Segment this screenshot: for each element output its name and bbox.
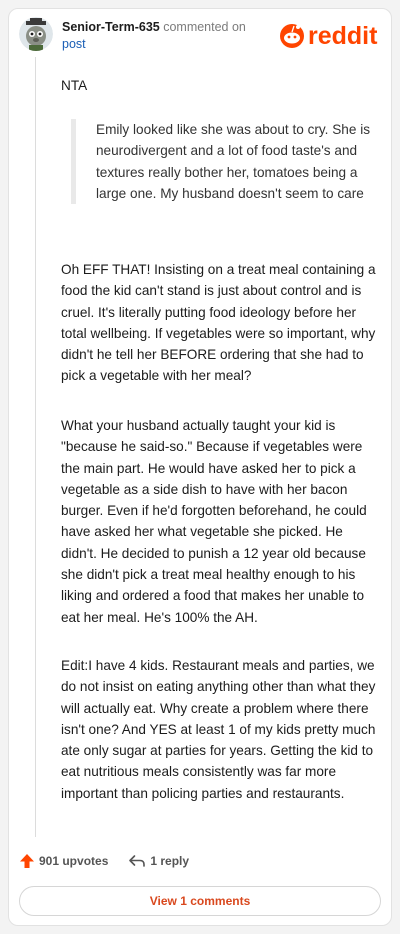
comment-card: Senior-Term-635 commented on post reddit… — [8, 8, 392, 926]
action-text: commented on — [163, 20, 246, 34]
quoted-text: Emily looked like she was about to cry. … — [71, 119, 373, 205]
upvote-count: 901 upvotes — [39, 854, 109, 868]
verdict-text: NTA — [61, 78, 88, 93]
reply-arrow-icon — [129, 855, 146, 867]
reply-button[interactable]: 1 reply — [128, 854, 189, 868]
view-comments-button[interactable]: View 1 comments — [19, 886, 381, 916]
author-name[interactable]: Senior-Term-635 — [62, 20, 160, 34]
avatar-image — [19, 17, 53, 51]
comment-paragraph-1: Oh EFF THAT! Insisting on a treat meal c… — [61, 262, 376, 384]
comment-paragraph-3: Edit:I have 4 kids. Restaurant meals and… — [61, 658, 376, 801]
upvote-arrow-icon — [20, 854, 34, 868]
post-link[interactable]: post — [62, 37, 86, 51]
thread-line — [35, 57, 36, 837]
reddit-logo[interactable]: reddit — [279, 21, 389, 50]
reddit-wordmark: reddit — [308, 22, 378, 49]
comment-header: Senior-Term-635 commented on post — [62, 19, 246, 53]
reply-count: 1 reply — [150, 854, 190, 868]
comment-actions: 901 upvotes 1 reply — [19, 851, 189, 871]
comment-paragraph-2: What your husband actually taught your k… — [61, 418, 367, 625]
reddit-logo-icon: reddit — [280, 22, 378, 50]
avatar[interactable] — [19, 17, 53, 51]
upvote-button[interactable]: 901 upvotes — [19, 853, 108, 869]
